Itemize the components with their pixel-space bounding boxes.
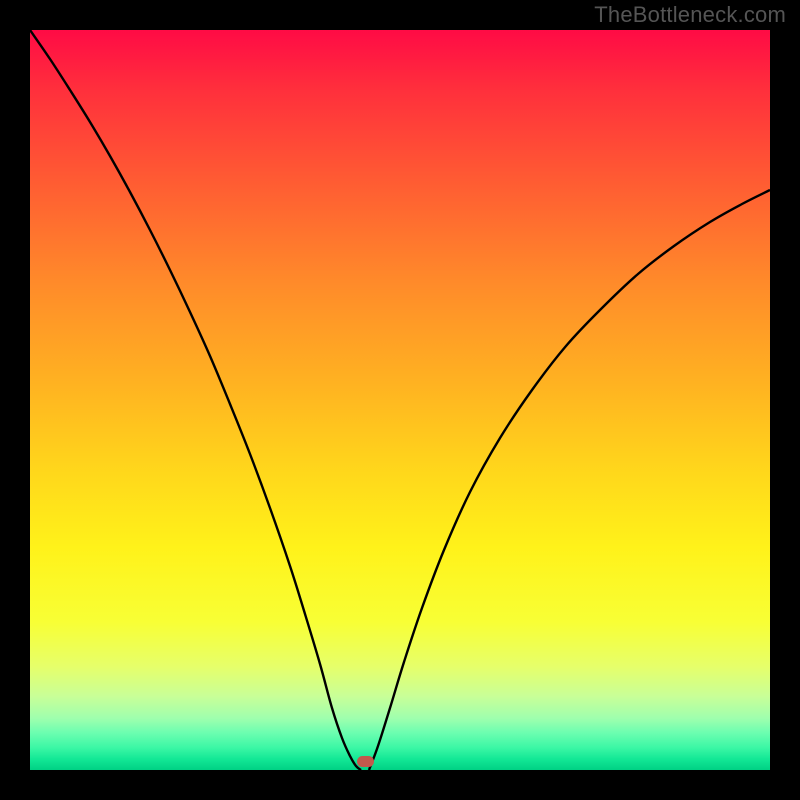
watermark-text: TheBottleneck.com (594, 2, 786, 28)
bottleneck-curve (30, 30, 770, 770)
plot-area (30, 30, 770, 770)
curve-left-path (30, 30, 361, 770)
optimal-point-marker (357, 756, 374, 767)
curve-right-path (369, 190, 770, 770)
chart-frame: TheBottleneck.com (0, 0, 800, 800)
